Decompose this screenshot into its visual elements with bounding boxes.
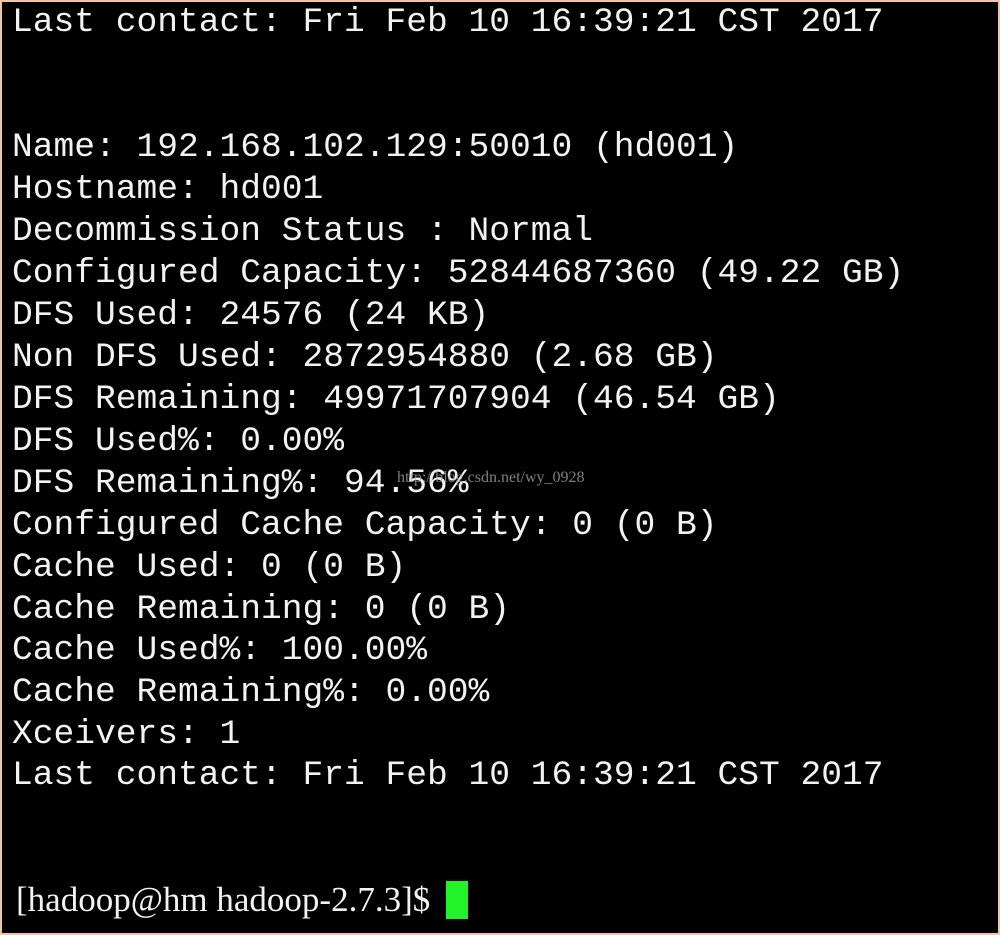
output-line-cache-used-percent: Cache Used%: 100.00% <box>12 631 428 670</box>
output-line-configured-capacity: Configured Capacity: 52844687360 (49.22 … <box>12 254 905 293</box>
output-line-non-dfs-used: Non DFS Used: 2872954880 (2.68 GB) <box>12 338 718 377</box>
cursor-block <box>446 881 469 919</box>
output-line-dfs-used: DFS Used: 24576 (24 KB) <box>12 296 490 335</box>
output-line-decommission-status: Decommission Status : Normal <box>12 212 594 251</box>
output-line-last-contact-top: Last contact: Fri Feb 10 16:39:21 CST 20… <box>12 3 884 42</box>
output-line-xceivers: Xceivers: 1 <box>12 715 241 754</box>
watermark: http://blog.csdn.net/wy_0928 <box>397 469 585 486</box>
output-line-hostname: Hostname: hd001 <box>12 170 324 209</box>
output-line-configured-cache-capacity: Configured Cache Capacity: 0 (0 B) <box>12 506 718 545</box>
command-prompt[interactable]: [hadoop@hm hadoop-2.7.3]$ <box>16 878 469 922</box>
output-line-cache-used: Cache Used: 0 (0 B) <box>12 548 407 587</box>
output-line-dfs-used-percent: DFS Used%: 0.00% <box>12 422 345 461</box>
output-line-cache-remaining-percent: Cache Remaining%: 0.00% <box>12 673 490 712</box>
output-line-last-contact-bottom: Last contact: Fri Feb 10 16:39:21 CST 20… <box>12 756 884 795</box>
output-line-name: Name: 192.168.102.129:50010 (hd001) <box>12 128 739 167</box>
prompt-text: [hadoop@hm hadoop-2.7.3]$ <box>16 880 431 919</box>
terminal-window[interactable]: Last contact: Fri Feb 10 16:39:21 CST 20… <box>0 0 1000 935</box>
output-line-dfs-remaining: DFS Remaining: 49971707904 (46.54 GB) <box>12 380 780 419</box>
output-line-cache-remaining: Cache Remaining: 0 (0 B) <box>12 590 511 629</box>
